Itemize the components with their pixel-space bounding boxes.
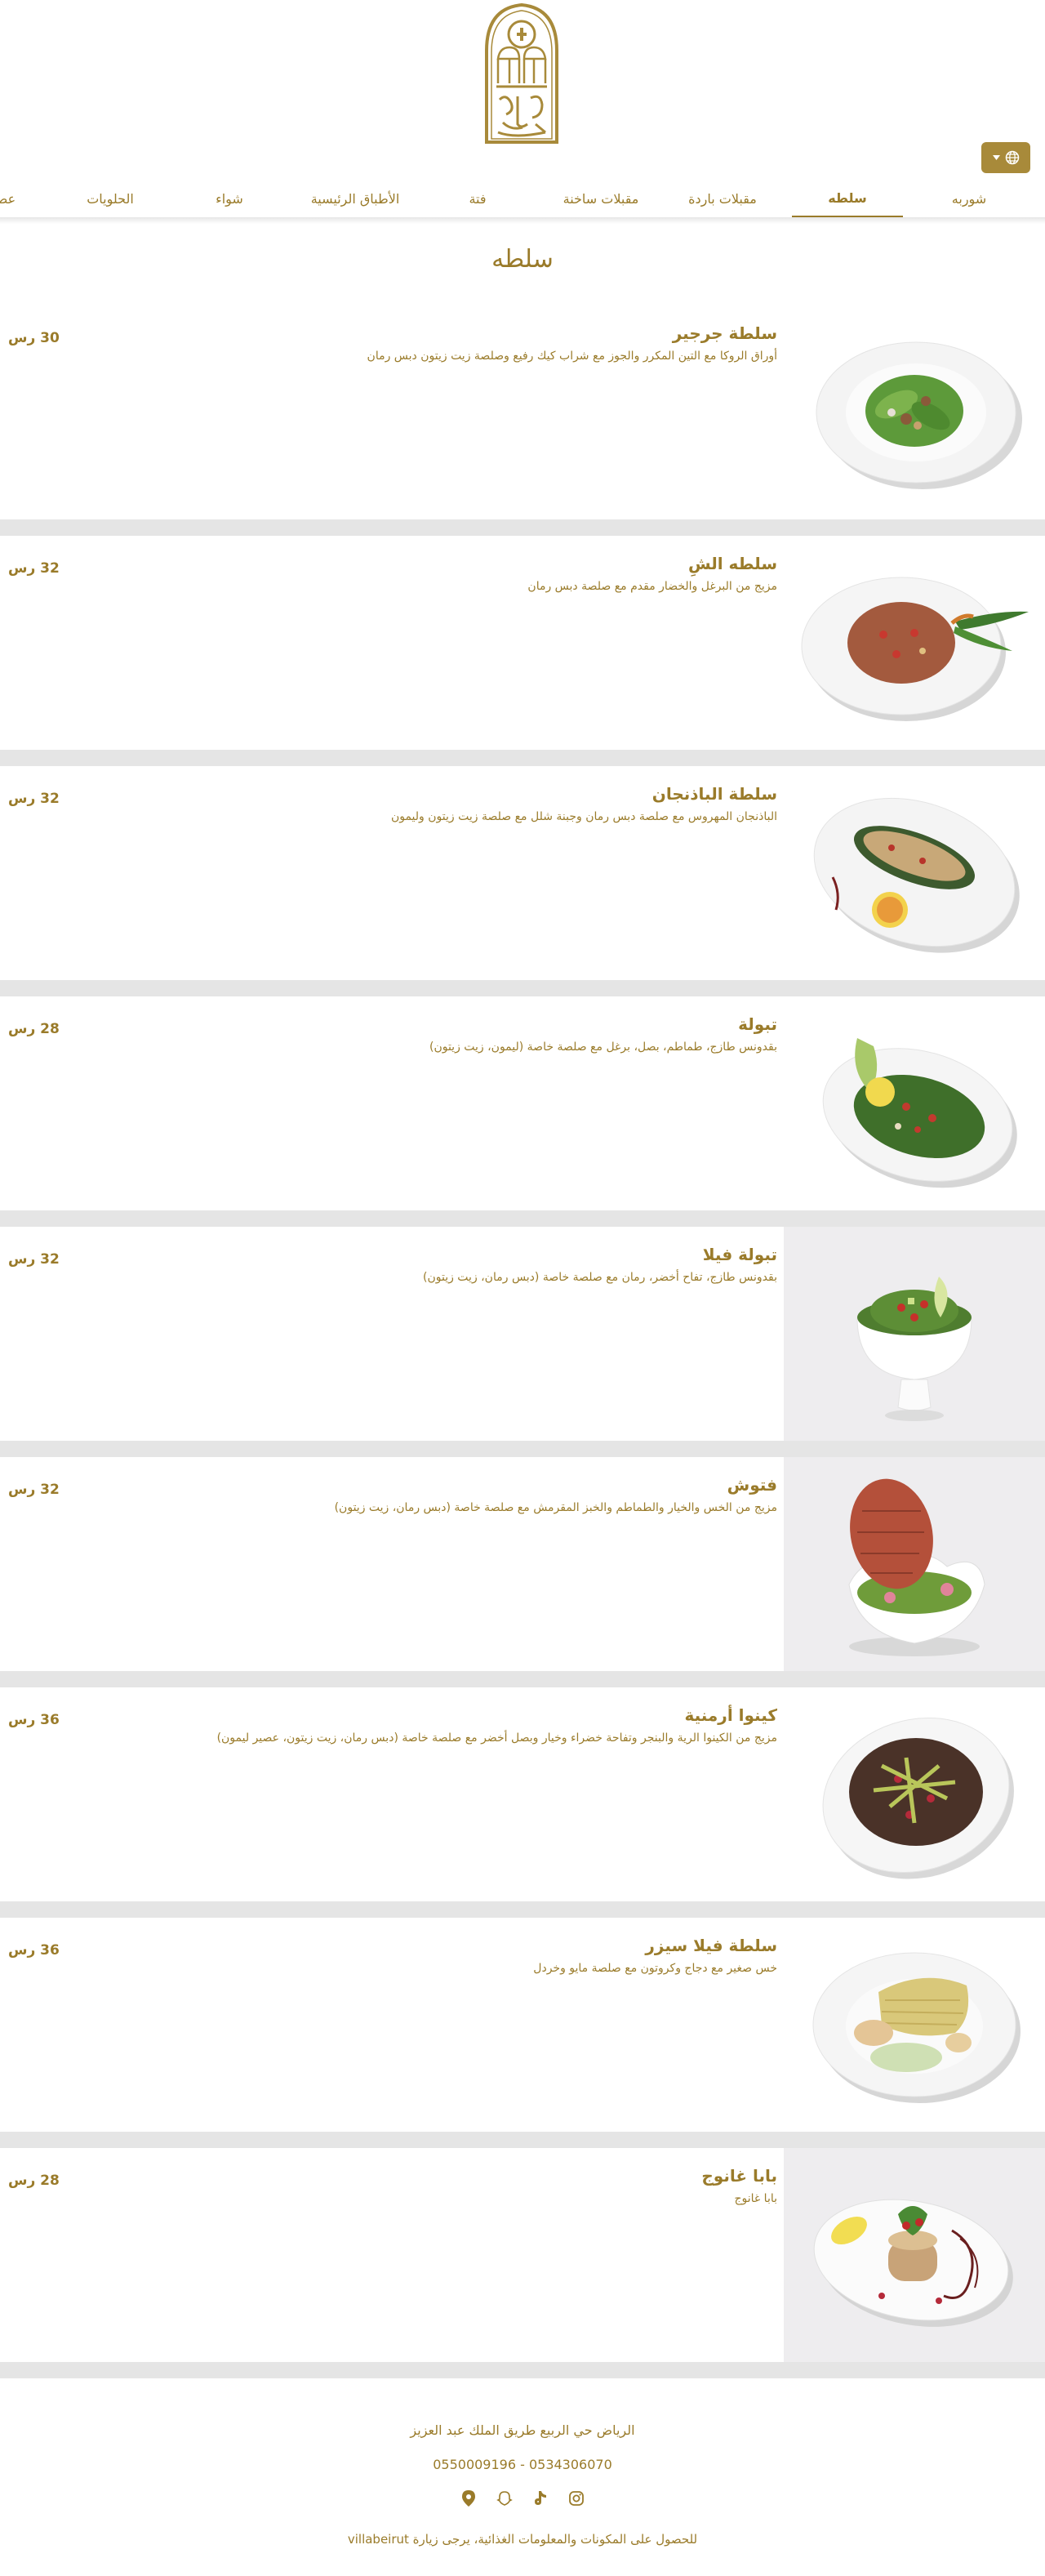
item-separator (0, 1671, 1045, 1687)
item-name: بابا غانوج (701, 2166, 777, 2186)
bulgur-salad-image (784, 536, 1045, 750)
tab-fatteh[interactable]: فتة (441, 180, 514, 217)
fattoush-image (784, 1457, 1045, 1671)
globe-icon (1005, 150, 1020, 165)
menu-item[interactable]: سلطة الباذنجان الباذنجان المهروس مع صلصة… (0, 766, 1045, 980)
item-name: سلطة فيلا سيزر (645, 1936, 777, 1955)
item-description: مزيج من الخس والخيار والطماطم والخبز الم… (334, 1501, 777, 1514)
item-separator (0, 1901, 1045, 1918)
tab-desserts[interactable]: الحلويات (65, 180, 155, 217)
item-separator (0, 980, 1045, 996)
eggplant-salad-image (784, 766, 1045, 980)
item-description: بابا غانوج (734, 2192, 777, 2205)
item-description: مزيج من الكينوا الرية والبنجر وتفاحة خضر… (216, 1731, 777, 1745)
footer: الرياض حي الربيع طريق الملك عبد العزيز 0… (0, 2383, 1045, 2576)
tab-juices[interactable]: عص (0, 180, 24, 217)
item-price: 36 رس (8, 1942, 60, 1959)
item-description: خس صغير مع دجاج وكروتون مع صلصة مايو وخر… (533, 1962, 777, 1975)
item-price: 36 رس (8, 1712, 60, 1728)
item-description: أوراق الروكا مع التين المكرر والجوز مع ش… (367, 350, 777, 363)
villa-beirut-logo[interactable] (482, 2, 562, 144)
item-name: كينوا أرمنية (684, 1705, 777, 1725)
item-name: فتوش (727, 1475, 777, 1495)
item-price: 28 رس (8, 2173, 60, 2189)
footer-nutrition-info[interactable]: للحصول على المكونات والمعلومات الغذائية،… (0, 2532, 1045, 2547)
item-name: تبولة (738, 1014, 777, 1034)
baba-ghanoush-image (784, 2148, 1045, 2362)
chevron-down-icon (992, 155, 1000, 160)
item-description: الباذنجان المهروس مع صلصة دبس رمان وجبنة… (390, 810, 777, 823)
menu-item[interactable]: سلطة جرجير أوراق الروكا مع التين المكرر … (0, 305, 1045, 519)
menu-item[interactable]: فتوش مزيج من الخس والخيار والطماطم والخب… (0, 1457, 1045, 1671)
menu-item[interactable]: تبولة فيلا بقدونس طازج، تفاح أخضر، رمان … (0, 1227, 1045, 1441)
tiktok-icon[interactable] (531, 2489, 549, 2507)
tab-main-dishes[interactable]: الأطباق الرئيسية (294, 180, 416, 217)
section-title: سلطه (491, 245, 554, 274)
item-separator (0, 2362, 1045, 2378)
caesar-salad-image (784, 1918, 1045, 2132)
item-price: 32 رس (8, 791, 60, 807)
footer-phones[interactable]: 0550009196 - 0534306070 (0, 2457, 1045, 2472)
item-separator (0, 519, 1045, 536)
location-pin-icon[interactable] (460, 2489, 478, 2507)
item-separator (0, 2132, 1045, 2148)
item-name: سلطة جرجير (672, 323, 777, 343)
quinoa-salad-image (784, 1687, 1045, 1901)
menu-item[interactable]: بابا غانوج بابا غانوج 28 رس (0, 2148, 1045, 2362)
arugula-salad-image (784, 305, 1045, 519)
menu-item[interactable]: سلطه الشِ مزيج من البرغل والخضار مقدم مع… (0, 536, 1045, 750)
item-separator (0, 750, 1045, 766)
tab-soup[interactable]: شوربه (924, 180, 1014, 217)
item-price: 32 رس (8, 560, 60, 577)
item-price: 32 رس (8, 1251, 60, 1268)
header: شوربه سلطه مقبلات باردة مقبلات ساخنة فتة… (0, 0, 1045, 224)
item-price: 30 رس (8, 330, 60, 346)
nav-shadow (0, 217, 1045, 224)
tab-hot-appetizers[interactable]: مقبلات ساخنة (544, 180, 658, 217)
item-separator (0, 1210, 1045, 1227)
tabbouleh-image (784, 996, 1045, 1210)
footer-address: الرياض حي الربيع طريق الملك عبد العزيز (410, 2422, 635, 2438)
menu-item[interactable]: تبولة بقدونس طازج، طماطم، بصل، برغل مع ص… (0, 996, 1045, 1210)
villa-tabbouleh-image (784, 1227, 1045, 1441)
item-name: سلطة الباذنجان (651, 784, 777, 804)
category-nav: شوربه سلطه مقبلات باردة مقبلات ساخنة فتة… (0, 180, 1045, 219)
menu-item[interactable]: سلطة فيلا سيزر خس صغير مع دجاج وكروتون م… (0, 1918, 1045, 2132)
item-price: 32 رس (8, 1482, 60, 1498)
tab-salad[interactable]: سلطه (792, 180, 903, 217)
item-description: بقدونس طازج، تفاح أخضر، رمان مع صلصة خاص… (423, 1271, 777, 1284)
menu-item[interactable]: كينوا أرمنية مزيج من الكينوا الرية والبن… (0, 1687, 1045, 1901)
item-price: 28 رس (8, 1021, 60, 1037)
item-description: بقدونس طازج، طماطم، بصل، برغل مع صلصة خا… (429, 1041, 777, 1054)
language-button[interactable] (981, 142, 1030, 173)
tab-cold-appetizers[interactable]: مقبلات باردة (669, 180, 776, 217)
item-name: تبولة فيلا (702, 1245, 777, 1264)
item-name: سلطه الشِ (687, 554, 777, 573)
menu-items-list: سلطة جرجير أوراق الروكا مع التين المكرر … (0, 305, 1045, 2378)
tab-grill[interactable]: شواء (193, 180, 266, 217)
instagram-icon[interactable] (567, 2489, 585, 2507)
social-links (0, 2489, 1045, 2507)
menu-page: شوربه سلطه مقبلات باردة مقبلات ساخنة فتة… (0, 0, 1045, 2576)
item-separator (0, 1441, 1045, 1457)
item-description: مزيج من البرغل والخضار مقدم مع صلصة دبس … (527, 580, 777, 593)
snapchat-icon[interactable] (496, 2489, 514, 2507)
